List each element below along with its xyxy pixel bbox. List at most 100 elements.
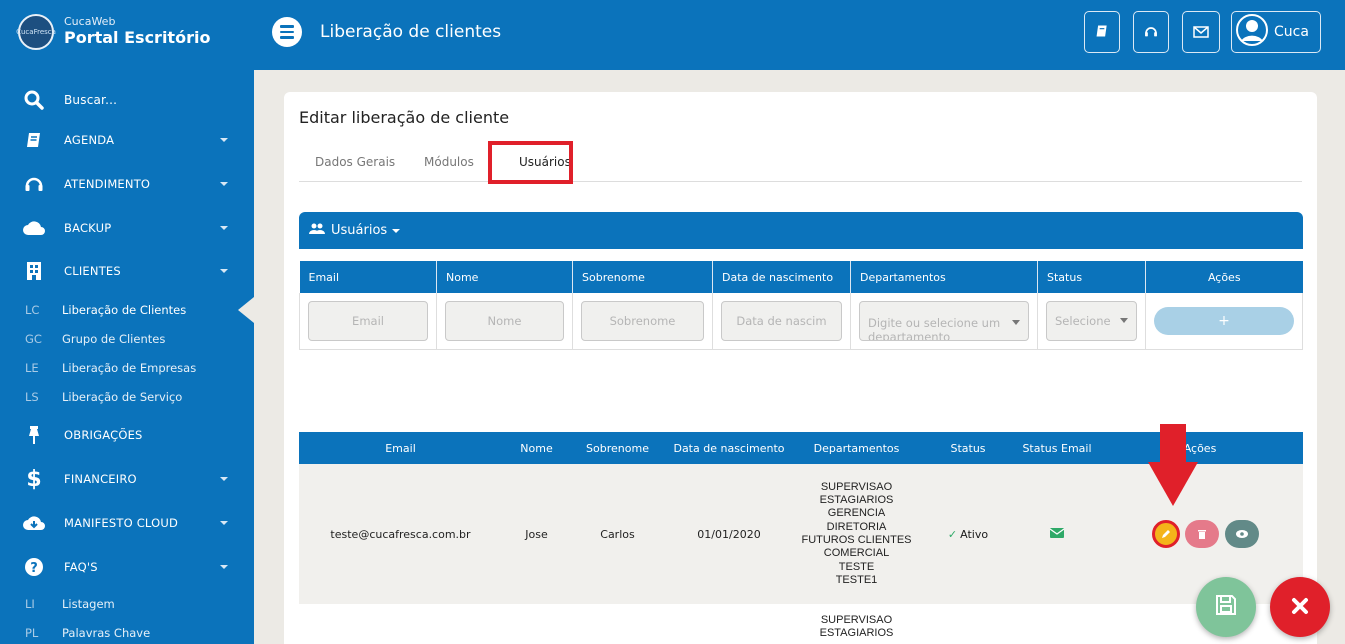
department-item: COMERCIAL [823,547,890,560]
cell-status-email [1017,464,1097,604]
sidebar-item-label: OBRIGAÇÕES [64,428,143,442]
check-icon: ✓ [947,527,958,541]
building-icon [22,261,46,281]
sidebar-item-clientes[interactable]: CLIENTES [0,256,254,286]
column-header: Data de nascimento [712,261,851,293]
subitem-abbr: GC [25,332,42,346]
chevron-down-icon [220,565,228,569]
brand-logo: CucaFresca [16,14,56,50]
status-select[interactable]: Selecione [1046,300,1137,341]
subitem-abbr: LI [25,597,35,611]
department-item: TESTE [838,560,875,573]
search-icon [22,90,46,110]
sidebar-item-backup[interactable]: BACKUP [0,213,254,243]
subitem-abbr: LC [25,303,40,317]
column-header: Sobrenome [571,432,664,464]
add-user-button[interactable]: + [1154,306,1294,335]
menu-toggle-button[interactable] [272,17,302,47]
subitem-label: Liberação de Empresas [62,361,197,375]
cloud-download-icon [22,514,46,532]
chevron-down-icon [392,228,401,233]
delete-button[interactable] [1185,520,1219,548]
users-icon [309,223,325,239]
chevron-down-icon [1120,318,1128,324]
chevron-down-icon [1012,319,1020,325]
support-button[interactable] [1133,11,1169,53]
column-header: Status [1037,261,1146,293]
status-text: Ativo [960,527,989,541]
new-user-form: Email Nome Sobrenome Data de nascimento … [299,261,1303,350]
chevron-down-icon [220,138,228,142]
sidebar-item-financeiro[interactable]: $ FINANCEIRO [0,464,254,494]
sidebar-subitem-liberacao-servico[interactable]: LS Liberação de Serviço [0,384,254,410]
department-item: DIRETORIA [826,520,887,533]
email-field[interactable]: Email [308,300,428,341]
view-button[interactable] [1224,520,1259,548]
close-button[interactable] [1270,577,1330,637]
department-item: ESTAGIARIOS [819,494,894,507]
subitem-label: Palavras Chave [62,626,151,640]
sidebar-subitem-palavras-chave[interactable]: PL Palavras Chave [0,620,254,644]
sidebar-item-obrigacoes[interactable]: OBRIGAÇÕES [0,420,254,450]
tab-highlight-annotation [488,141,573,184]
headset-icon [1144,23,1158,42]
column-header: Ações [1097,432,1303,464]
sidebar-item-agenda[interactable]: AGENDA [0,125,254,155]
birthdate-field[interactable]: Data de nascim [721,300,842,341]
subitem-abbr: LS [25,390,39,404]
users-panel-header[interactable]: Usuários [299,212,1303,249]
sidebar: CucaFresca CucaWeb Portal Escritório Bus… [0,0,254,644]
sidebar-item-label: FINANCEIRO [64,472,137,486]
department-item: SUPERVISAO [820,480,893,493]
department-item: SUPERVISAO [820,614,893,626]
save-button[interactable] [1196,577,1256,637]
sidebar-item-atendimento[interactable]: ATENDIMENTO [0,169,254,199]
envelope-icon [1193,23,1209,42]
pin-icon [22,425,46,445]
sidebar-search[interactable]: Buscar... [0,85,254,115]
column-header: Email [299,261,437,293]
sobrenome-field[interactable]: Sobrenome [581,300,704,341]
sidebar-item-label: BACKUP [64,221,112,235]
column-header: Data de nascimento [664,432,794,464]
column-header: Nome [436,261,573,293]
column-header: Status [919,432,1017,464]
brand[interactable]: CucaFresca CucaWeb Portal Escritório [16,14,210,50]
active-indicator [238,297,254,323]
sidebar-subitem-listagem[interactable]: LI Listagem [0,591,254,617]
sidebar-subitem-grupo-clientes[interactable]: GC Grupo de Clientes [0,326,254,352]
nome-field[interactable]: Nome [445,300,564,341]
tab-modulos[interactable]: Módulos [424,155,474,169]
column-header: Email [299,432,502,464]
panel-title: Usuários [331,223,388,238]
chevron-down-icon [220,477,228,481]
messages-button[interactable] [1182,11,1220,53]
user-menu-button[interactable]: Cuca [1231,11,1321,53]
headset-icon [22,175,46,193]
sidebar-item-label: CLIENTES [64,264,121,278]
sidebar-subitem-liberacao-empresas[interactable]: LE Liberação de Empresas [0,355,254,381]
sidebar-item-label: ATENDIMENTO [64,177,151,191]
departamentos-placeholder: Digite ou selecione um departamento [868,315,1001,341]
sidebar-subitem-liberacao-clientes[interactable]: LC Liberação de Clientes [0,297,254,323]
subitem-abbr: LE [25,361,39,375]
sidebar-item-manifesto[interactable]: MANIFESTO CLOUD [0,508,254,538]
agenda-button[interactable] [1084,11,1120,53]
cell-nascimento: 01/01/2020 [664,464,794,604]
cell-departamentos: SUPERVISAO ESTAGIARIOS GERENCIA DIRETORI… [794,464,919,604]
column-header: Status Email [1017,432,1097,464]
sidebar-item-label: FAQ'S [64,560,98,574]
cell-nome: Jose [502,464,571,604]
sidebar-item-faqs[interactable]: ? FAQ'S [0,552,254,582]
table-row: SUPERVISAO ESTAGIARIOS [299,604,1303,644]
edit-button[interactable] [1151,520,1180,548]
sidebar-item-label: AGENDA [64,133,115,147]
column-header: Sobrenome [572,261,713,293]
sidebar-item-label: MANIFESTO CLOUD [64,516,179,530]
subitem-label: Liberação de Serviço [62,390,183,404]
tab-dados-gerais[interactable]: Dados Gerais [315,155,395,169]
top-bar: Liberação de clientes Cuca [254,0,1345,70]
departamentos-select[interactable]: Digite ou selecione um departamento [859,300,1029,341]
cell-sobrenome: Carlos [571,464,664,604]
cloud-icon [22,220,46,236]
